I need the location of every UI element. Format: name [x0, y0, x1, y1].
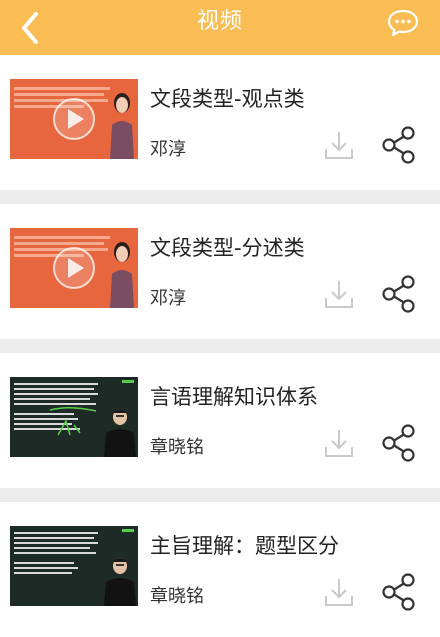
share-button[interactable] — [380, 125, 418, 165]
video-thumbnail[interactable] — [10, 377, 138, 457]
download-icon — [325, 579, 353, 606]
video-thumbnail-art — [10, 79, 138, 159]
download-icon — [325, 430, 353, 457]
download-button[interactable] — [322, 129, 356, 163]
video-thumbnail-art — [10, 377, 138, 457]
video-thumbnail[interactable] — [10, 526, 138, 606]
video-thumbnail-art — [10, 526, 138, 606]
share-icon — [382, 424, 415, 462]
share-button[interactable] — [380, 274, 418, 314]
video-list-item[interactable]: 主旨理解：题型区分 章晓铭 — [0, 502, 440, 637]
share-icon — [382, 573, 415, 611]
video-thumbnail[interactable] — [10, 228, 138, 308]
chat-bubble-icon — [387, 9, 419, 37]
video-title[interactable]: 主旨理解：题型区分 — [150, 530, 339, 560]
download-button[interactable] — [322, 576, 356, 610]
video-author: 邓淳 — [150, 139, 186, 160]
share-icon — [382, 275, 415, 313]
chat-button[interactable] — [386, 8, 420, 38]
download-icon — [325, 132, 353, 159]
video-list-item[interactable]: 文段类型-观点类 邓淳 — [0, 55, 440, 190]
share-button[interactable] — [380, 572, 418, 612]
video-list-item[interactable]: 言语理解知识体系 章晓铭 — [0, 353, 440, 488]
video-thumbnail[interactable] — [10, 79, 138, 159]
video-author: 邓淳 — [150, 288, 186, 309]
video-title[interactable]: 言语理解知识体系 — [150, 381, 318, 411]
download-icon — [325, 281, 353, 308]
video-list-item[interactable]: 文段类型-分述类 邓淳 — [0, 204, 440, 339]
download-button[interactable] — [322, 278, 356, 312]
share-button[interactable] — [380, 423, 418, 463]
video-title[interactable]: 文段类型-观点类 — [150, 83, 305, 113]
video-title[interactable]: 文段类型-分述类 — [150, 232, 305, 262]
video-author: 章晓铭 — [150, 586, 204, 607]
top-bar: 视频 — [0, 0, 440, 56]
share-icon — [382, 126, 415, 164]
video-thumbnail-art — [10, 228, 138, 308]
download-button[interactable] — [322, 427, 356, 461]
page-title: 视频 — [196, 9, 243, 34]
video-author: 章晓铭 — [150, 437, 204, 458]
